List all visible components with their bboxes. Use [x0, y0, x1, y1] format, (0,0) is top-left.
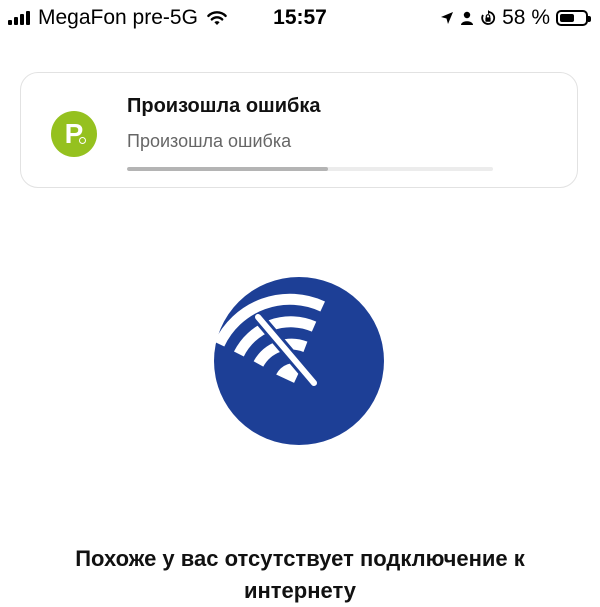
error-subtitle: Произошла ошибка	[127, 131, 292, 151]
status-bar-right: 58 %	[440, 6, 591, 30]
location-icon	[441, 12, 454, 24]
battery-level	[560, 14, 574, 22]
app-logo-letter: P	[64, 118, 84, 149]
progress-bar	[127, 167, 493, 171]
no-wifi-icon	[214, 277, 384, 445]
error-title: Произошла ошибка	[127, 95, 321, 117]
battery-percent: 58 %	[502, 6, 550, 29]
no-wifi-glyph	[214, 293, 325, 387]
no-internet-message: Похоже у вас отсутствует подключение к и…	[75, 546, 525, 603]
app-logo: P	[51, 111, 97, 157]
battery-icon	[556, 10, 591, 26]
person-icon	[461, 11, 474, 25]
orientation-lock-icon	[481, 10, 496, 25]
progress-fill	[127, 167, 329, 171]
status-bar: MegaFon pre-5G 15:57 58 %	[0, 0, 600, 36]
app-logo-dot	[79, 137, 86, 144]
error-notification-card[interactable]: P Произошла ошибка Произошла ошибка	[20, 72, 578, 188]
